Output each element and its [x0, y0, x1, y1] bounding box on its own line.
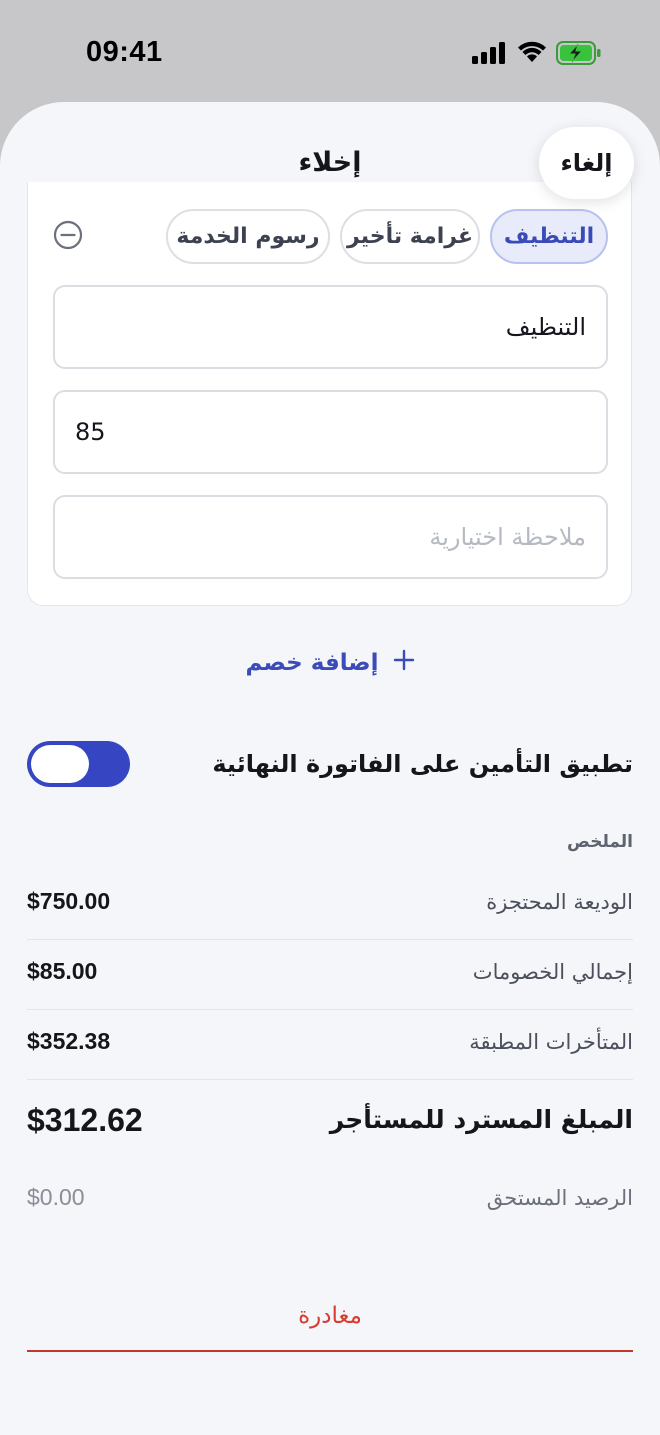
summary-label: المتأخرات المطبقة — [469, 1030, 633, 1054]
screen: 09:41 إخلاء إلغاء التنظيف غرامة تأخير رس… — [0, 0, 660, 1435]
summary-label: الوديعة المحتجزة — [486, 890, 633, 914]
summary-row-total-deductions: إجمالي الخصومات $85.00 — [27, 940, 633, 1010]
summary-value: $352.38 — [27, 1028, 111, 1054]
deduction-note-field[interactable]: ملاحظة اختيارية — [53, 495, 608, 579]
summary-label: إجمالي الخصومات — [472, 960, 633, 984]
summary-value: $750.00 — [27, 888, 111, 914]
insurance-toggle-label: تطبيق التأمين على الفاتورة النهائية — [212, 750, 633, 778]
toggle-knob — [31, 745, 89, 783]
move-out-sheet: إخلاء إلغاء التنظيف غرامة تأخير رسوم الخ… — [0, 102, 660, 1435]
remove-deduction-icon[interactable] — [53, 220, 83, 254]
insurance-toggle[interactable] — [27, 741, 130, 787]
wifi-icon — [516, 40, 548, 68]
summary-value: $85.00 — [27, 958, 98, 984]
cancel-button[interactable]: إلغاء — [539, 127, 634, 199]
add-deduction-button[interactable]: إضافة خصم — [230, 647, 430, 679]
deduction-note-placeholder: ملاحظة اختيارية — [429, 523, 586, 551]
summary-title: الملخص — [567, 832, 633, 852]
deduction-card: التنظيف غرامة تأخير رسوم الخدمة التنظيف … — [27, 182, 632, 606]
deduction-name-field[interactable]: التنظيف — [53, 285, 608, 369]
plus-icon — [393, 649, 415, 677]
refund-value: $312.62 — [27, 1102, 143, 1138]
summary-row-applied-arrears: المتأخرات المطبقة $352.38 — [27, 1010, 633, 1080]
deduction-amount-value: 85 — [75, 418, 106, 446]
add-deduction-label: إضافة خصم — [245, 650, 379, 676]
chip-service-fee[interactable]: رسوم الخدمة — [166, 209, 330, 264]
leave-button[interactable]: مغادرة — [27, 1282, 633, 1352]
status-time: 09:41 — [86, 36, 163, 68]
balance-value: $0.00 — [27, 1184, 85, 1210]
chip-late-fee[interactable]: غرامة تأخير — [340, 209, 480, 264]
cellular-signal-icon — [472, 42, 506, 68]
refund-label: المبلغ المسترد للمستأجر — [329, 1105, 633, 1134]
deduction-name-value: التنظيف — [505, 313, 586, 341]
battery-charging-icon — [556, 41, 602, 69]
deduction-amount-field[interactable]: 85 — [53, 390, 608, 474]
summary-row-held-deposit: الوديعة المحتجزة $750.00 — [27, 870, 633, 940]
chip-cleaning[interactable]: التنظيف — [490, 209, 608, 264]
status-bar: 09:41 — [0, 0, 660, 100]
balance-label: الرصيد المستحق — [486, 1186, 633, 1210]
